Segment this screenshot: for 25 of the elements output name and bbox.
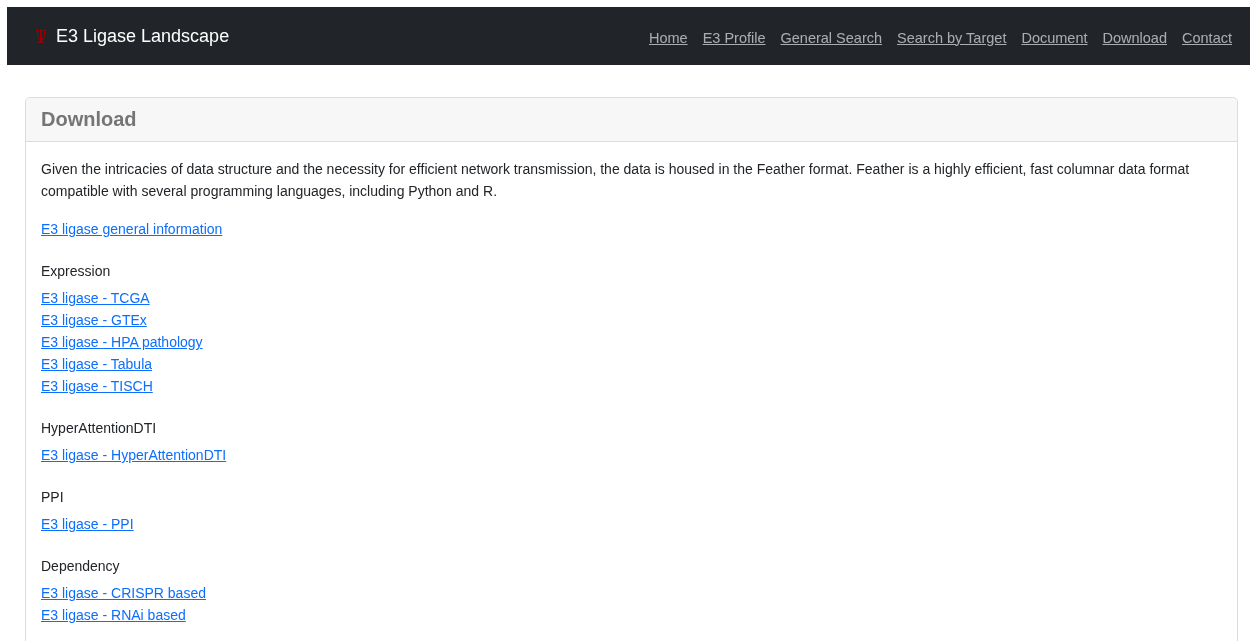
section-heading: Expression	[41, 262, 111, 281]
nav-link[interactable]: Contact	[1182, 29, 1232, 46]
data-link[interactable]: E3 ligase - TCGA	[41, 287, 150, 309]
card-title: Download	[41, 108, 137, 131]
section-heading: HyperAttentionDTI	[41, 419, 157, 438]
intro-paragraph: Given the intricacies of data structure and the necessity for efficient network transmission, the data is housed in the Feather format. Feather is a highly efficient, fast columnar data format compatible with several programming languages, including Python and R.	[41, 160, 1191, 201]
section-heading: Dependency	[41, 557, 120, 576]
brand-link[interactable]: E3 Ligase Landscape	[56, 25, 230, 47]
data-link[interactable]: E3 ligase - CRISPR based	[41, 582, 206, 604]
nav-link[interactable]: Document	[1021, 29, 1088, 46]
data-link[interactable]: E3 ligase - GTEx	[41, 309, 147, 331]
section-heading: PPI	[41, 488, 64, 507]
trident-icon	[35, 28, 47, 44]
data-link[interactable]: E3 ligase - TISCH	[41, 375, 153, 397]
data-link[interactable]: E3 ligase - PPI	[41, 513, 134, 535]
nav-link[interactable]: Home	[648, 29, 688, 46]
data-link[interactable]: E3 ligase general information	[41, 218, 223, 240]
nav-link[interactable]: Search by Target	[897, 29, 1007, 46]
data-link[interactable]: E3 ligase - RNAi based	[41, 604, 186, 626]
nav-link[interactable]: General Search	[780, 29, 883, 46]
data-link[interactable]: E3 ligase - Tabula	[41, 353, 153, 375]
data-link[interactable]: E3 ligase - HyperAttentionDTI	[41, 444, 227, 466]
data-link[interactable]: E3 ligase - HPA pathology	[41, 331, 203, 353]
nav-link[interactable]: E3 Profile	[702, 29, 766, 46]
nav-link[interactable]: Download	[1102, 29, 1167, 46]
